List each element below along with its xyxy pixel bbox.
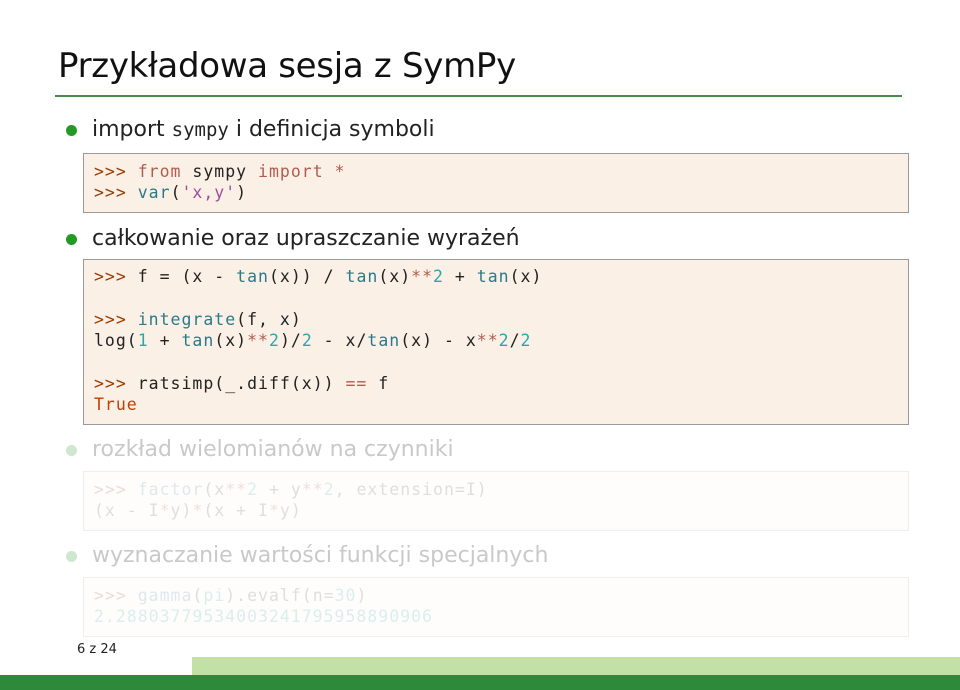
code-token: + bbox=[148, 331, 182, 350]
code-token: 2 bbox=[520, 331, 532, 350]
code-block-integrate: >>> f = (x - tan(x)) / tan(x)**2 + tan(x… bbox=[83, 259, 909, 425]
code-token: + bbox=[443, 267, 477, 286]
code-token: gamma bbox=[137, 586, 193, 605]
code-token: >>> bbox=[94, 162, 138, 181]
code-token: * bbox=[159, 501, 171, 520]
code-token: 30 bbox=[334, 586, 357, 605]
code-token: from bbox=[137, 162, 182, 181]
code-token: (x) - x bbox=[400, 331, 477, 350]
bullet-icon bbox=[66, 234, 77, 245]
code-token: ).evalf(n= bbox=[225, 586, 335, 605]
code-token: f bbox=[367, 374, 390, 393]
code-token: == bbox=[345, 374, 368, 393]
code-token: (x + I bbox=[203, 501, 269, 520]
code-token: (x - I bbox=[94, 501, 160, 520]
code-token: tan bbox=[181, 331, 215, 350]
code-token: ** bbox=[247, 331, 269, 350]
code-token: 2 bbox=[498, 331, 510, 350]
code-line: True bbox=[94, 395, 138, 414]
code-line: >>> gamma(pi).evalf(n=30) bbox=[94, 586, 367, 605]
code-token: ( bbox=[170, 183, 182, 202]
bullet-icon bbox=[66, 445, 77, 456]
code-token: var bbox=[137, 183, 171, 202]
bullet-text-factor: rozkład wielomianów na czynniki bbox=[92, 437, 454, 462]
code-token: 2 bbox=[247, 480, 259, 499]
page-number: 6 z 24 bbox=[77, 642, 117, 657]
code-token: 'x,y' bbox=[181, 183, 237, 202]
code-token: 2 bbox=[301, 331, 313, 350]
code-token: import bbox=[258, 162, 324, 181]
code-token: ( bbox=[192, 586, 204, 605]
code-token: (x) bbox=[509, 267, 543, 286]
code-token: >>> bbox=[94, 310, 138, 329]
code-block-gamma: >>> gamma(pi).evalf(n=30) 2.288037795340… bbox=[83, 577, 909, 637]
code-token: >>> bbox=[94, 586, 138, 605]
code-token: 2 bbox=[433, 267, 444, 286]
code-line: >>> f = (x - tan(x)) / tan(x)**2 + tan(x… bbox=[94, 267, 542, 286]
code-line: >>> factor(x**2 + y**2, extension=I) bbox=[94, 480, 488, 499]
code-token: log( bbox=[94, 331, 138, 350]
footer-bar-dark bbox=[0, 675, 960, 690]
code-token: >>> bbox=[94, 374, 138, 393]
bullet-icon bbox=[66, 551, 77, 562]
code-token: (x bbox=[203, 480, 226, 499]
code-line: >>> var('x,y') bbox=[94, 183, 247, 202]
footer-left-blank bbox=[0, 657, 192, 675]
code-token: tan bbox=[236, 267, 269, 286]
code-token: (x) bbox=[378, 267, 412, 286]
code-token: tan bbox=[345, 267, 379, 286]
code-line: (x - I*y)*(x + I*y) bbox=[94, 501, 302, 520]
code-line: >>> integrate(f, x) bbox=[94, 310, 302, 329]
code-token: >>> bbox=[94, 183, 138, 202]
code-token: ** bbox=[225, 480, 248, 499]
bullet-text-integrate: całkowanie oraz upraszczanie wyrażeń bbox=[92, 226, 520, 251]
code-token: * bbox=[192, 501, 204, 520]
code-token: (x) bbox=[214, 331, 248, 350]
code-line: 2.28803779534003241795958890906 bbox=[94, 607, 433, 626]
bullet-text-special-functions: wyznaczanie wartości funkcji specjalnych bbox=[92, 543, 549, 568]
code-token: tan bbox=[476, 267, 510, 286]
code-token: / bbox=[509, 331, 521, 350]
code-token: * bbox=[268, 501, 280, 520]
code-block-factor: >>> factor(x**2 + y**2, extension=I) (x … bbox=[83, 471, 909, 531]
code-token: 2.28803779534003241795958890906 bbox=[94, 607, 433, 626]
code-token: y) bbox=[279, 501, 302, 520]
code-token: 2 bbox=[269, 331, 280, 350]
code-token: ratsimp(_.diff(x)) bbox=[137, 374, 346, 393]
code-line: >>> from sympy import * bbox=[94, 162, 346, 181]
code-token: + y bbox=[258, 480, 302, 499]
code-token: (f, x) bbox=[236, 310, 302, 329]
code-token: >>> bbox=[94, 267, 138, 286]
code-token: f = (x - bbox=[137, 267, 237, 286]
code-token: y) bbox=[170, 501, 193, 520]
code-token: ** bbox=[411, 267, 434, 286]
code-token: ) bbox=[236, 183, 248, 202]
code-token: pi bbox=[203, 586, 226, 605]
code-token: (x)) / bbox=[268, 267, 346, 286]
code-token: >>> bbox=[94, 480, 138, 499]
code-token: 1 bbox=[137, 331, 149, 350]
code-token: ) bbox=[356, 586, 368, 605]
title-underline bbox=[55, 95, 902, 97]
code-block-import: >>> from sympy import * >>> var('x,y') bbox=[83, 153, 909, 213]
code-token: factor bbox=[137, 480, 204, 499]
code-token: sympy bbox=[181, 162, 259, 181]
slide-title: Przykładowa sesja z SymPy bbox=[58, 46, 516, 86]
code-token: tan bbox=[367, 331, 401, 350]
code-line: log(1 + tan(x)**2)/2 - x/tan(x) - x**2/2 bbox=[94, 331, 531, 350]
code-token: ** bbox=[301, 480, 324, 499]
code-token: * bbox=[334, 162, 346, 181]
code-line: >>> ratsimp(_.diff(x)) == f bbox=[94, 374, 389, 393]
code-token: 2 bbox=[323, 480, 335, 499]
code-token: , extension=I) bbox=[334, 480, 488, 499]
code-token: - x/ bbox=[312, 331, 368, 350]
code-token: True bbox=[94, 395, 138, 414]
bullet-icon bbox=[66, 125, 77, 136]
code-token: ** bbox=[476, 331, 499, 350]
code-token: integrate bbox=[137, 310, 237, 329]
code-token: )/ bbox=[279, 331, 302, 350]
bullet-text-import: import sympy i definicja symboli bbox=[92, 117, 435, 142]
